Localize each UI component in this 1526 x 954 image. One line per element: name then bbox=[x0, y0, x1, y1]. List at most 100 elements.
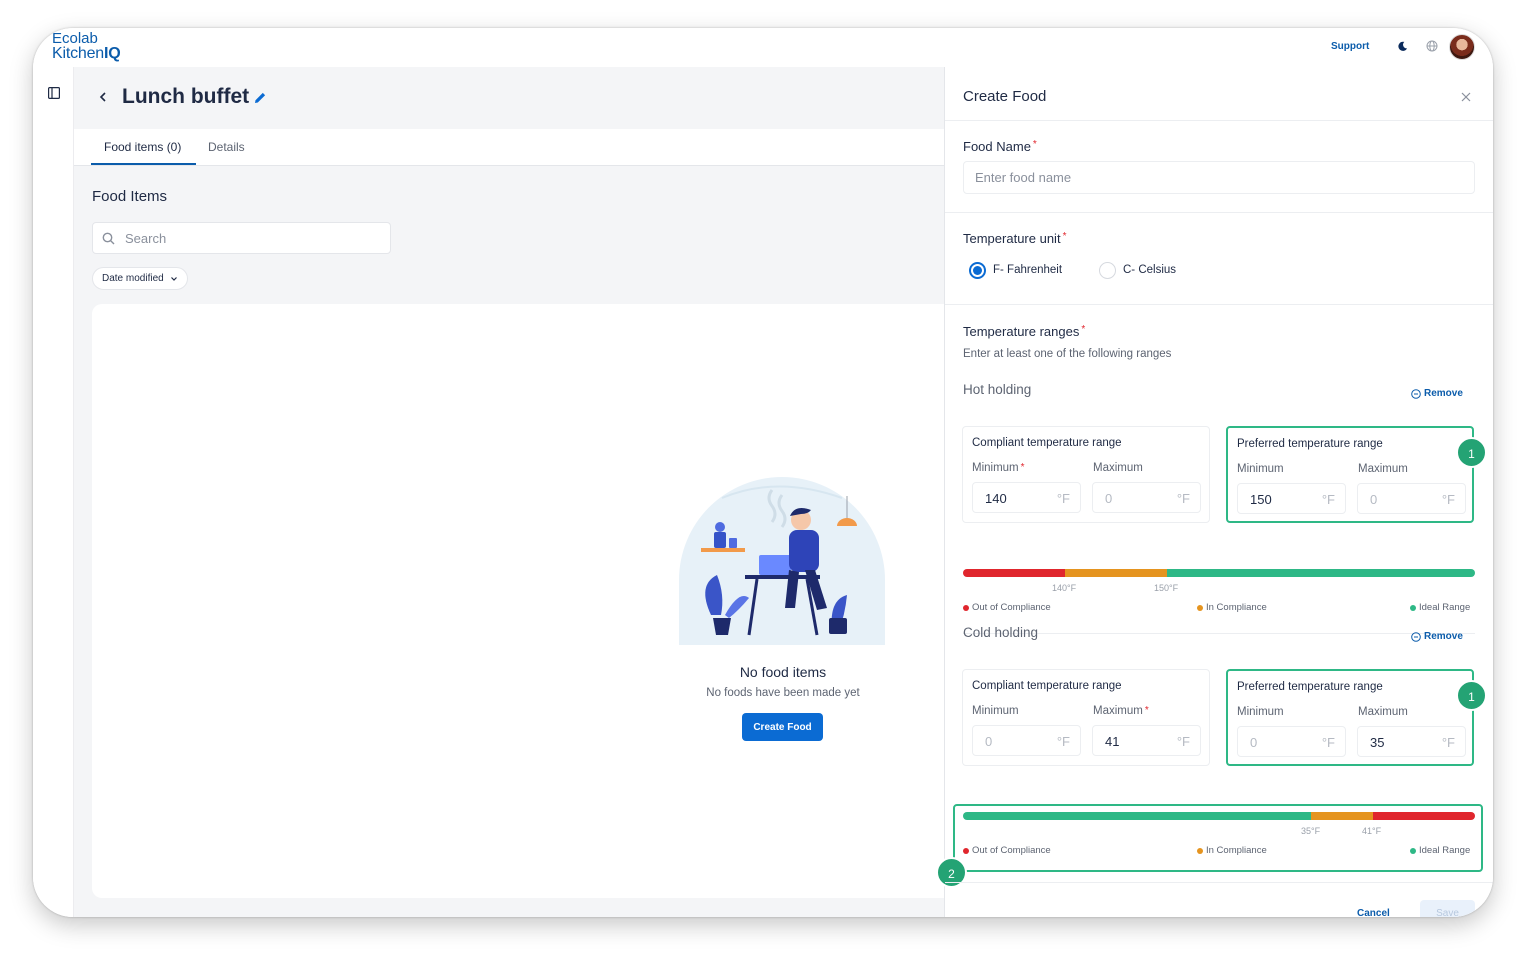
compliant-range-title: Compliant temperature range bbox=[972, 437, 1122, 449]
save-button[interactable]: Save bbox=[1420, 900, 1475, 917]
back-arrow-icon[interactable] bbox=[96, 90, 110, 104]
annotation-badge: 1 bbox=[1456, 437, 1487, 468]
group-divider bbox=[963, 633, 1475, 634]
fahrenheit-radio-label[interactable]: F- Fahrenheit bbox=[993, 264, 1062, 276]
cold-compliant-min-input[interactable]: 0 °F bbox=[972, 725, 1081, 756]
ecolab-kitcheniq-logo[interactable]: Ecolab KitchenIQ bbox=[52, 30, 121, 62]
required-asterisk: * bbox=[1062, 231, 1067, 242]
maximum-label: Maximum * bbox=[1093, 705, 1149, 717]
logo-kitchen: Kitchen bbox=[52, 45, 104, 62]
tab-food-items[interactable]: Food items (0) bbox=[104, 140, 181, 154]
unit-suffix: °F bbox=[1321, 492, 1335, 507]
app-window: Ecolab KitchenIQ Support Lunch buffet Fo… bbox=[33, 28, 1493, 917]
legend-text: In Compliance bbox=[1206, 602, 1267, 613]
support-link[interactable]: Support bbox=[1331, 41, 1369, 52]
create-food-button[interactable]: Create Food bbox=[742, 713, 823, 741]
unit-suffix: °F bbox=[1056, 734, 1070, 749]
input-placeholder: 0 bbox=[1370, 492, 1378, 507]
maximum-label: Maximum bbox=[1358, 706, 1408, 718]
minimum-label: Minimum bbox=[1237, 706, 1284, 718]
cold-tick-label: 35°F bbox=[1301, 826, 1321, 836]
legend-out-of-compliance: Out of Compliance bbox=[963, 602, 1051, 613]
ideal-range-segment bbox=[963, 812, 1311, 820]
legend-out-of-compliance: Out of Compliance bbox=[963, 845, 1051, 856]
main-content: Lunch buffet Food items (0) Details Food… bbox=[74, 67, 944, 917]
search-input[interactable] bbox=[125, 228, 375, 248]
cancel-button[interactable]: Cancel bbox=[1357, 908, 1390, 917]
cold-holding-remove-button[interactable]: Remove bbox=[1411, 631, 1463, 642]
globe-icon[interactable] bbox=[1426, 40, 1438, 52]
temperature-ranges-hint: Enter at least one of the following rang… bbox=[963, 348, 1172, 360]
cold-tick-label: 41°F bbox=[1362, 826, 1382, 836]
remove-label: Remove bbox=[1424, 388, 1463, 399]
temperature-unit-label: Temperature unit * bbox=[963, 231, 1066, 246]
required-asterisk: * bbox=[1144, 705, 1149, 716]
food-name-input[interactable] bbox=[963, 161, 1475, 194]
unit-suffix: °F bbox=[1441, 735, 1455, 750]
input-placeholder: 0 bbox=[1105, 491, 1113, 506]
out-of-compliance-segment bbox=[1373, 812, 1475, 820]
compliant-range-title: Compliant temperature range bbox=[972, 680, 1122, 692]
sidebar-toggle-icon[interactable] bbox=[48, 87, 60, 99]
green-dot bbox=[1410, 847, 1416, 854]
hot-compliant-min-input[interactable]: 140 °F bbox=[972, 482, 1081, 513]
temperature-ranges-label-text: Temperature ranges bbox=[963, 324, 1080, 339]
tab-bar: Food items (0) Details bbox=[74, 129, 944, 166]
annotation-badge: 2 bbox=[936, 857, 967, 888]
hot-tick-label: 150°F bbox=[1154, 583, 1179, 593]
required-asterisk: * bbox=[1020, 462, 1025, 473]
close-icon[interactable] bbox=[1460, 91, 1472, 103]
annotation-badge: 1 bbox=[1456, 680, 1487, 711]
page-title: Lunch buffet bbox=[122, 85, 250, 108]
sort-dropdown[interactable]: Date modified bbox=[92, 267, 188, 290]
tab-details[interactable]: Details bbox=[208, 140, 245, 154]
sort-label: Date modified bbox=[102, 273, 164, 284]
celsius-radio-label[interactable]: C- Celsius bbox=[1123, 264, 1176, 276]
user-avatar[interactable] bbox=[1449, 34, 1475, 60]
out-of-compliance-segment bbox=[963, 569, 1065, 577]
minimum-label-text: Minimum bbox=[972, 462, 1019, 474]
green-dot bbox=[1410, 604, 1416, 611]
hot-compliant-max-input[interactable]: 0 °F bbox=[1092, 482, 1201, 513]
logo-line2: KitchenIQ bbox=[52, 45, 121, 62]
page-header: Lunch buffet bbox=[74, 67, 944, 129]
hot-holding-remove-button[interactable]: Remove bbox=[1411, 388, 1463, 399]
in-compliance-segment bbox=[1311, 812, 1373, 820]
orange-dot bbox=[1197, 604, 1203, 611]
temperature-ranges-label: Temperature ranges * bbox=[963, 324, 1085, 339]
input-value: 150 bbox=[1250, 492, 1272, 507]
ideal-range-segment bbox=[1167, 569, 1475, 577]
top-bar: Ecolab KitchenIQ Support bbox=[33, 28, 1493, 67]
empty-state-subtitle: No foods have been made yet bbox=[706, 687, 860, 699]
celsius-radio[interactable] bbox=[1099, 262, 1116, 279]
unit-suffix: °F bbox=[1176, 491, 1190, 506]
red-dot bbox=[963, 847, 969, 854]
preferred-range-title: Preferred temperature range bbox=[1237, 681, 1383, 693]
required-asterisk: * bbox=[1032, 139, 1037, 150]
input-value: 140 bbox=[985, 491, 1007, 506]
left-rail bbox=[33, 67, 74, 917]
legend-text: In Compliance bbox=[1206, 845, 1267, 856]
footer-divider bbox=[945, 882, 1493, 883]
cold-holding-title: Cold holding bbox=[963, 625, 1039, 640]
hot-preferred-max-input[interactable]: 0 °F bbox=[1357, 483, 1466, 514]
hot-preferred-min-input[interactable]: 150 °F bbox=[1237, 483, 1346, 514]
cold-preferred-min-input[interactable]: 0 °F bbox=[1237, 726, 1346, 757]
food-name-label: Food Name * bbox=[963, 139, 1037, 154]
legend-ideal-range: Ideal Range bbox=[1410, 602, 1470, 613]
legend-in-compliance: In Compliance bbox=[1197, 602, 1267, 613]
maximum-label: Maximum bbox=[1093, 462, 1143, 474]
fahrenheit-radio[interactable] bbox=[969, 262, 986, 279]
moon-icon[interactable] bbox=[1397, 41, 1408, 52]
legend-in-compliance: In Compliance bbox=[1197, 845, 1267, 856]
minimum-label: Minimum * bbox=[972, 462, 1025, 474]
empty-state-illustration bbox=[679, 477, 885, 645]
red-dot bbox=[963, 604, 969, 611]
cold-preferred-max-input[interactable]: 35 °F bbox=[1357, 726, 1466, 757]
logo-line1: Ecolab bbox=[52, 30, 98, 47]
cold-compliant-range-card: Compliant temperature range Minimum Maxi… bbox=[962, 669, 1210, 766]
cold-range-bar bbox=[963, 812, 1475, 820]
edit-pencil-icon[interactable] bbox=[252, 90, 268, 106]
minus-circle-icon bbox=[1411, 631, 1421, 642]
cold-compliant-max-input[interactable]: 41 °F bbox=[1092, 725, 1201, 756]
